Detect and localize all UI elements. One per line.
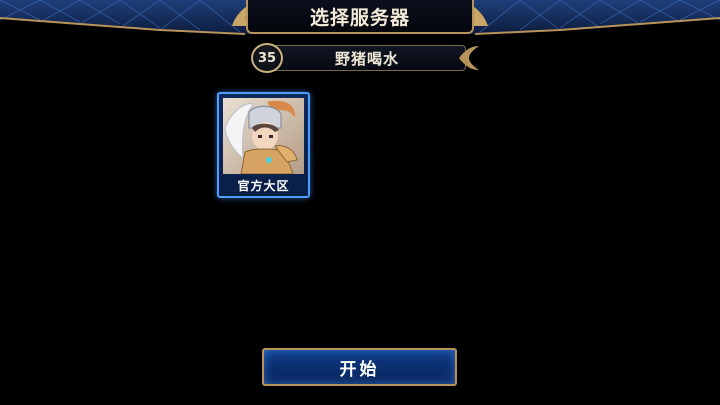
level-badge: 35 — [251, 43, 283, 73]
knight-portrait-icon — [223, 98, 304, 174]
player-name: 野猪喝水 — [334, 49, 399, 68]
start-button-label: 开始 — [339, 359, 380, 380]
title-plate: 选择服务器 — [246, 0, 474, 34]
server-card[interactable]: 官方大区 — [217, 92, 310, 198]
wing-ornament-icon — [459, 46, 479, 70]
server-name: 官方大区 — [237, 179, 290, 193]
player-level: 35 — [257, 50, 277, 66]
start-button[interactable]: 开始 — [262, 348, 457, 386]
player-name-bar: 野猪喝水 — [268, 45, 466, 71]
page-title: 选择服务器 — [309, 6, 410, 29]
server-select-screen: 选择服务器 野猪喝水 35 官方大区 开始 — [0, 0, 720, 405]
